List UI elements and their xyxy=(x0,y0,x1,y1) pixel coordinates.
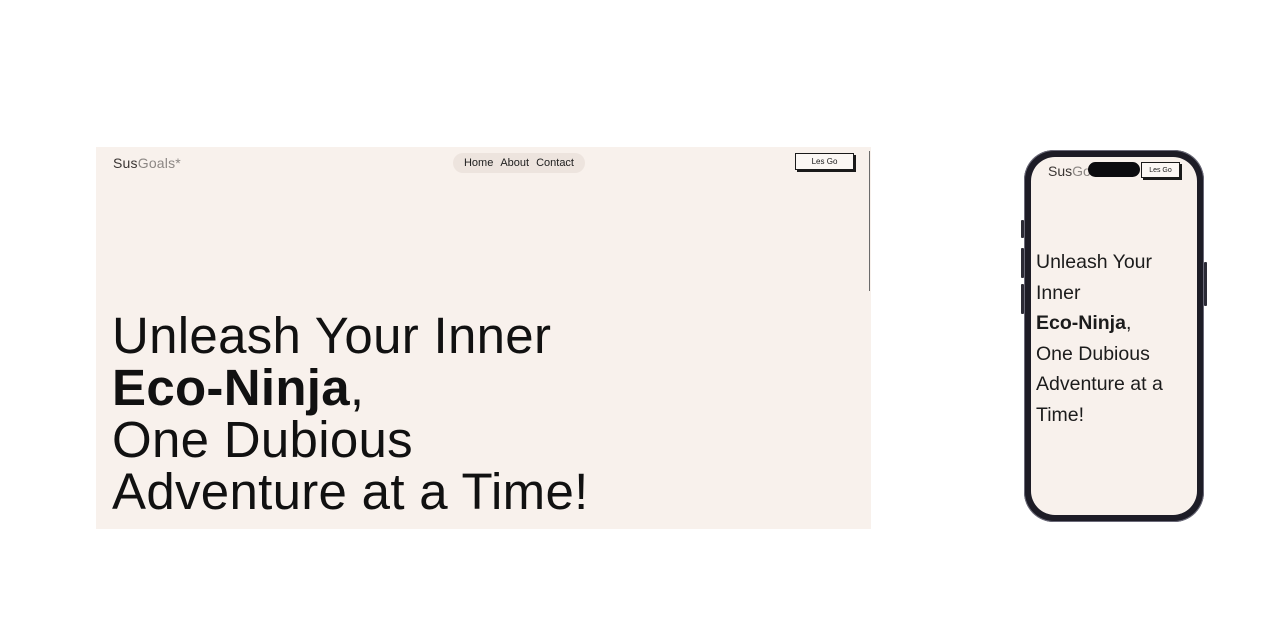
mobile-hero-line-1: Unleash Your xyxy=(1036,251,1153,274)
phone-preview: SusGoals* Les Go Unleash Your Inner Eco-… xyxy=(1021,150,1207,522)
hero-line-4: Adventure at a Time! xyxy=(112,463,589,521)
mobile-hero-line-5: Adventure at a xyxy=(1036,373,1163,396)
desktop-preview: SusGoals* Home About Contact Les Go Unle… xyxy=(96,147,871,529)
nav-link-home[interactable]: Home xyxy=(464,157,493,169)
hero-line-3: One Dubious xyxy=(112,411,413,469)
scrollbar[interactable] xyxy=(869,151,870,291)
mockup-stage: SusGoals* Home About Contact Les Go Unle… xyxy=(0,0,1280,640)
hero-line-2: Eco-Ninja, xyxy=(112,362,589,414)
mobile-hero-highlight: Eco-Ninja xyxy=(1036,312,1126,335)
mobile-hero-line-2: Inner xyxy=(1036,281,1081,304)
hero-headline: Unleash Your Inner Eco-Ninja, One Dubiou… xyxy=(112,310,589,518)
les-go-button[interactable]: Les Go xyxy=(795,153,854,170)
mobile-hero-comma: , xyxy=(1125,312,1132,335)
mobile-hero-line-6: Time! xyxy=(1036,404,1085,427)
mobile-hero-line-4: One Dubious xyxy=(1036,342,1150,365)
brand-logo[interactable]: SusGoals* xyxy=(113,155,181,171)
phone-volume-up-button xyxy=(1021,248,1024,278)
brand-logo-light: Goals* xyxy=(137,155,181,171)
phone-volume-down-button xyxy=(1021,284,1024,314)
nav-link-about[interactable]: About xyxy=(500,157,529,169)
nav-link-contact[interactable]: Contact xyxy=(536,157,574,169)
hero-comma: , xyxy=(349,359,365,417)
brand-logo-strong: Sus xyxy=(113,155,138,171)
mobile-brand-logo-strong: Sus xyxy=(1048,163,1073,179)
mobile-hero-headline: Unleash Your Inner Eco-Ninja, One Dubiou… xyxy=(1036,247,1194,431)
mobile-hero-line-3: Eco-Ninja, xyxy=(1036,308,1194,339)
nav-pill: Home About Contact xyxy=(453,153,585,173)
phone-screen: SusGoals* Les Go Unleash Your Inner Eco-… xyxy=(1031,157,1197,515)
mobile-les-go-button[interactable]: Les Go xyxy=(1141,162,1180,178)
hero-line-1: Unleash Your Inner xyxy=(112,307,552,365)
phone-power-button xyxy=(1204,262,1207,306)
phone-side-button xyxy=(1021,220,1024,238)
dynamic-island xyxy=(1088,162,1140,177)
hero-highlight: Eco-Ninja xyxy=(112,359,350,417)
